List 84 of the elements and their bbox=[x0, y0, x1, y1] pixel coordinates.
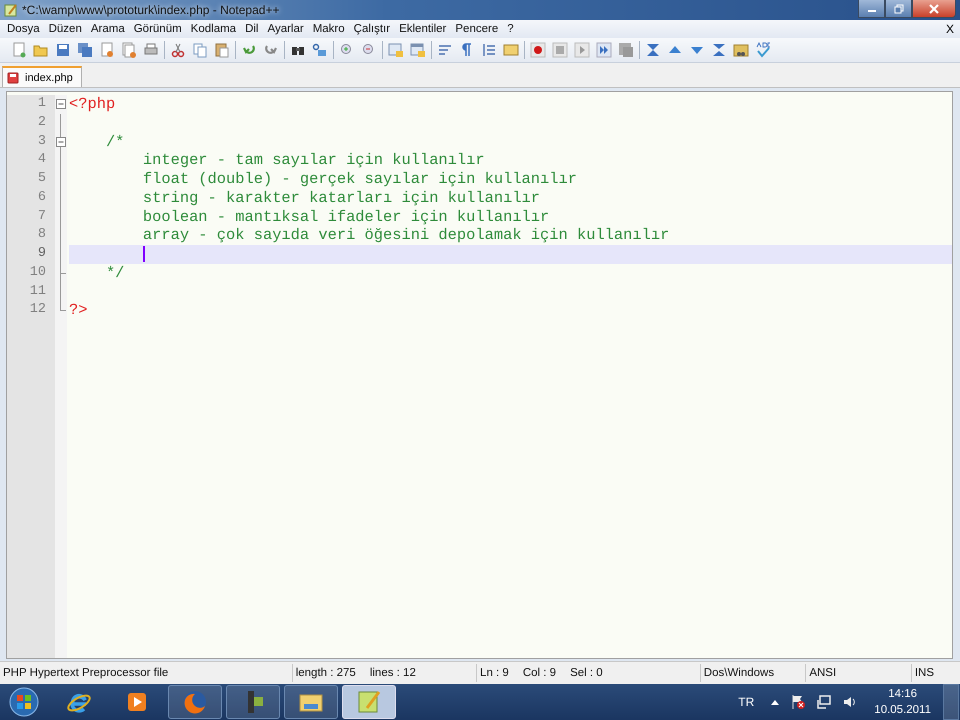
menu-item[interactable]: Arama bbox=[86, 23, 130, 35]
menu-item[interactable]: Çalıştır bbox=[350, 23, 396, 35]
language-indicator[interactable]: TR bbox=[738, 695, 754, 709]
menu-item[interactable]: Makro bbox=[308, 23, 350, 35]
scissors-icon[interactable] bbox=[170, 42, 186, 58]
fast-forward-icon[interactable] bbox=[596, 42, 612, 58]
line-number: 7 bbox=[36, 208, 47, 226]
status-text: length : 275 bbox=[296, 667, 356, 679]
line-number: 9 bbox=[36, 245, 47, 263]
line-number: 10 bbox=[28, 264, 47, 282]
clock-date[interactable]: 10.05.2011 bbox=[874, 702, 931, 718]
status-text: lines : 12 bbox=[370, 667, 416, 679]
close-document-button[interactable]: X bbox=[946, 22, 954, 36]
fold-toggle-icon[interactable] bbox=[56, 99, 66, 109]
record-icon[interactable] bbox=[530, 42, 546, 58]
globe-icon[interactable] bbox=[181, 688, 209, 716]
save-macro-icon[interactable] bbox=[618, 42, 634, 58]
menu-item[interactable]: ? bbox=[503, 23, 519, 35]
save-all-icon[interactable] bbox=[77, 42, 93, 58]
menu-item[interactable]: Pencere bbox=[451, 23, 504, 35]
menu-item[interactable]: Dil bbox=[241, 23, 264, 35]
start-button[interactable] bbox=[9, 687, 39, 717]
save-icon[interactable] bbox=[55, 42, 71, 58]
close-all-icon[interactable] bbox=[121, 42, 137, 58]
restore-icon bbox=[894, 4, 904, 14]
fold-toggle-icon[interactable] bbox=[56, 136, 66, 146]
status-text: Col : 9 bbox=[522, 667, 556, 679]
spell-check-icon[interactable] bbox=[755, 42, 771, 58]
code-line: <?php bbox=[69, 95, 116, 114]
folder-icon[interactable] bbox=[733, 42, 749, 58]
code-line: boolean - mantıksal ifadeler için kullanılır bbox=[142, 208, 550, 226]
code-line: /* bbox=[104, 132, 124, 152]
status-text: PHP Hypertext Preprocessor file bbox=[3, 667, 168, 679]
code-line: ?> bbox=[69, 301, 88, 320]
code-line: float (double) - gerçek sayılar için kullanılır bbox=[142, 170, 577, 189]
status-text: Dos\Windows bbox=[704, 667, 774, 679]
indent-guide-icon[interactable] bbox=[481, 42, 497, 58]
menu-item[interactable]: Düzen bbox=[44, 23, 87, 35]
play-icon[interactable] bbox=[574, 42, 590, 58]
copy-icon[interactable] bbox=[192, 42, 208, 58]
line-number: 12 bbox=[28, 301, 47, 320]
panel-icon[interactable] bbox=[503, 42, 519, 58]
close-button[interactable] bbox=[912, 0, 956, 18]
line-number: 3 bbox=[36, 132, 47, 150]
status-text: Ln : 9 bbox=[480, 667, 509, 679]
line-number: 4 bbox=[36, 151, 47, 170]
expand-icon[interactable] bbox=[711, 42, 727, 58]
menu-item[interactable]: Kodlama bbox=[186, 23, 242, 35]
network-icon[interactable] bbox=[816, 694, 832, 710]
code-line: integer - tam sayılar için kullanılır bbox=[142, 151, 485, 170]
status-text: Sel : 0 bbox=[570, 667, 603, 679]
close-file-icon[interactable] bbox=[99, 42, 115, 58]
show-hidden-icons-icon[interactable] bbox=[770, 698, 780, 706]
text-cursor bbox=[142, 246, 145, 262]
window-icon[interactable] bbox=[388, 42, 404, 58]
file-tab[interactable]: index.php bbox=[2, 66, 82, 87]
restore-button[interactable] bbox=[885, 0, 912, 18]
menu-item[interactable]: Görünüm bbox=[130, 23, 187, 35]
new-file-icon[interactable] bbox=[11, 42, 27, 58]
flag-icon[interactable] bbox=[790, 694, 806, 710]
line-number: 6 bbox=[36, 188, 47, 207]
line-number: 5 bbox=[36, 170, 47, 188]
code-line: */ bbox=[104, 264, 124, 282]
paste-icon[interactable] bbox=[214, 42, 230, 58]
minimize-button[interactable] bbox=[858, 0, 885, 18]
code-line: string - karakter katarları için kullanılır bbox=[142, 188, 540, 208]
code-line: array - çok sayıda veri öğesini depolamak için kullanılır bbox=[142, 226, 670, 245]
taskbar-button[interactable] bbox=[342, 685, 396, 719]
window-title: *C:\wamp\www\prototurk\index.php - Notepad++ bbox=[22, 3, 280, 17]
line-number: 2 bbox=[36, 114, 47, 132]
menu-item[interactable]: Eklentiler bbox=[395, 23, 452, 35]
line-number: 8 bbox=[36, 226, 47, 244]
replace-icon[interactable] bbox=[312, 42, 328, 58]
notepad-icon bbox=[4, 3, 18, 17]
menu-item[interactable]: Ayarlar bbox=[263, 23, 309, 35]
line-number: 11 bbox=[28, 282, 47, 300]
status-text: ANSI bbox=[809, 667, 836, 679]
close-icon bbox=[929, 4, 939, 14]
menu-item[interactable]: Dosya bbox=[3, 23, 45, 35]
status-text: INS bbox=[914, 667, 934, 679]
clock-time[interactable]: 14:16 bbox=[888, 686, 918, 702]
line-number: 1 bbox=[36, 95, 47, 113]
collapse-icon[interactable] bbox=[645, 42, 661, 58]
window-icon[interactable] bbox=[410, 42, 426, 58]
